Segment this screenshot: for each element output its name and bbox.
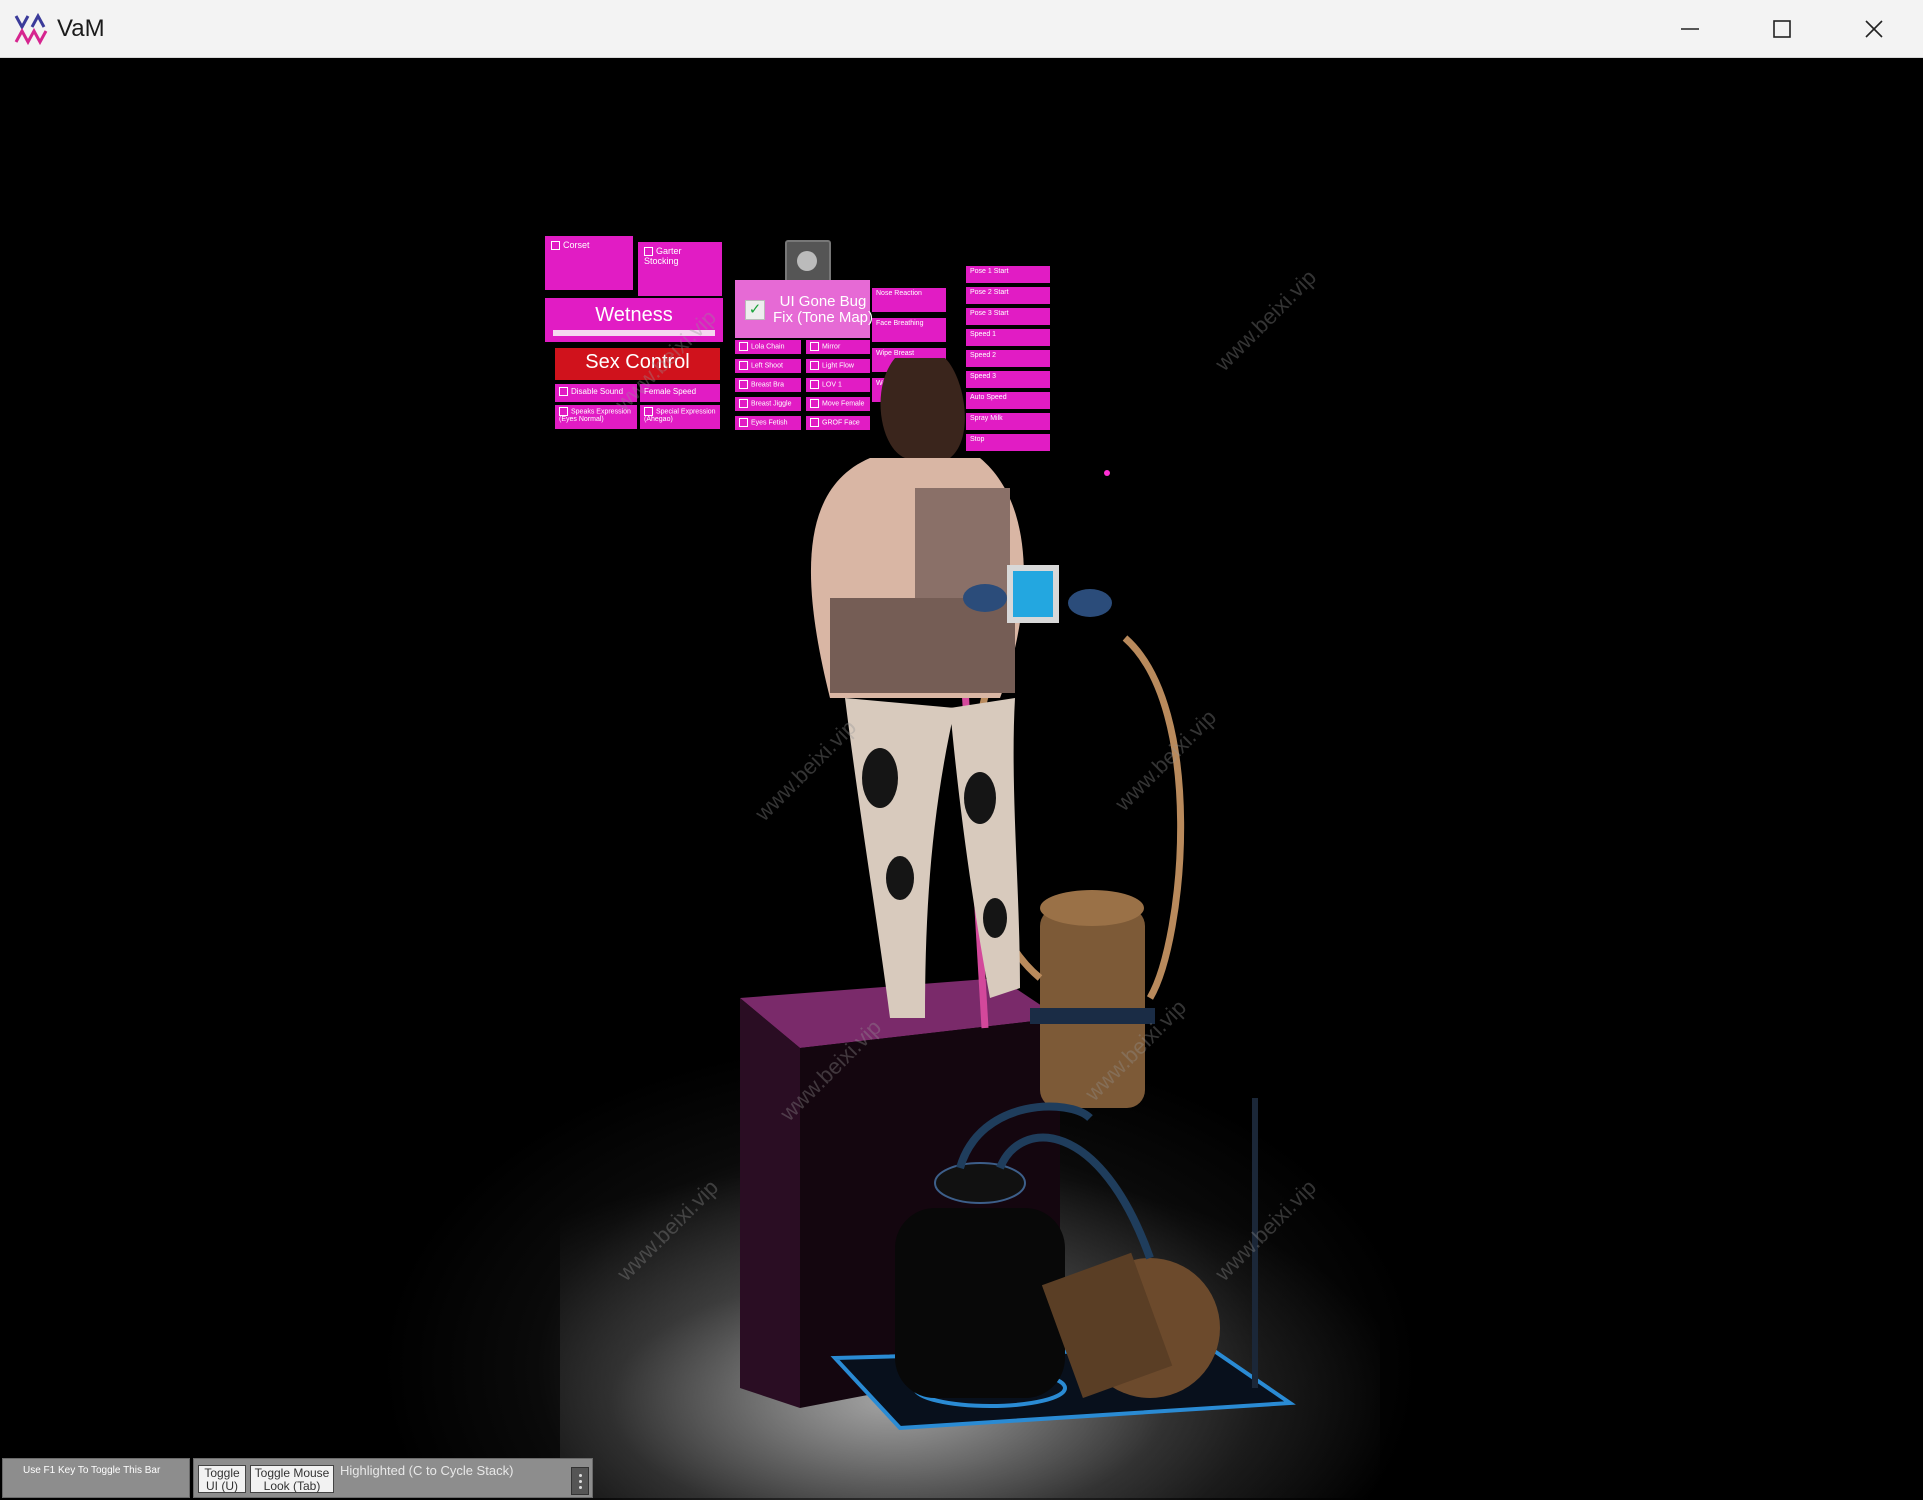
- scene-render: [740, 358, 1296, 1431]
- vam-logo-icon: [14, 12, 48, 46]
- cow-spot: [983, 898, 1007, 938]
- toggle-ui-line2: UI (U): [206, 1479, 238, 1493]
- scene-viewport[interactable]: Corset Garter Stocking Wetness Sex Contr…: [0, 58, 1923, 1500]
- dot-icon: [578, 1473, 582, 1477]
- maximize-icon: [1773, 19, 1791, 38]
- window-title: VaM: [57, 15, 105, 42]
- toggle-mouse-look-button[interactable]: Toggle Mouse Look (Tab): [250, 1465, 334, 1493]
- character-hair: [880, 358, 965, 458]
- toggle-mouse-line2: Look (Tab): [263, 1479, 321, 1493]
- toggle-ui-button[interactable]: Toggle UI (U): [198, 1465, 246, 1493]
- cup-left: [963, 584, 1007, 612]
- toolbar-hint: Use F1 Key To Toggle This Bar: [2, 1458, 190, 1498]
- platform-side: [740, 998, 800, 1408]
- character-leg-right: [950, 698, 1020, 998]
- dot-icon: [578, 1485, 582, 1489]
- toolbar-buttons: Toggle UI (U) Toggle Mouse Look (Tab) Hi…: [193, 1458, 593, 1498]
- cup-right: [1068, 589, 1112, 617]
- dot-icon: [578, 1479, 582, 1483]
- milking-cup: [1007, 565, 1059, 623]
- bottom-toolbar: Use F1 Key To Toggle This Bar Toggle UI …: [0, 1458, 600, 1500]
- vam-window: VaM Corset Garter Stocking Wetness Sex C…: [0, 0, 1923, 1500]
- minimize-button[interactable]: [1644, 0, 1736, 57]
- cow-spot: [862, 748, 898, 808]
- close-button[interactable]: [1828, 0, 1920, 57]
- tank-lid: [934, 1162, 1026, 1204]
- censor-block: [830, 598, 1015, 693]
- canister-top: [1040, 890, 1144, 926]
- tank-body: [895, 1208, 1065, 1398]
- close-icon: [1865, 19, 1883, 38]
- cow-spot: [964, 772, 996, 824]
- canister-band: [1030, 1008, 1155, 1024]
- more-options-button[interactable]: [571, 1467, 589, 1495]
- minimize-icon: [1681, 27, 1699, 30]
- cow-spot: [886, 856, 914, 900]
- highlighted-status: Highlighted (C to Cycle Stack): [340, 1463, 514, 1478]
- title-bar: VaM: [0, 0, 1923, 58]
- maximize-button[interactable]: [1736, 0, 1828, 57]
- censor-block: [915, 488, 1010, 598]
